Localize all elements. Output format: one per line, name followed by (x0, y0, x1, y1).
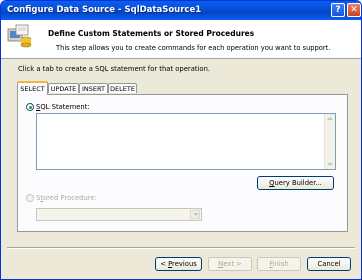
cancel-button[interactable]: Cancel (307, 257, 351, 271)
wizard-header: Define Custom Statements or Stored Proce… (1, 20, 361, 59)
sql-statement-textarea[interactable] (36, 113, 336, 170)
previous-button[interactable]: < Previous (155, 257, 202, 271)
header-description: This step allows you to create commands … (56, 44, 331, 52)
wizard-data-icon (7, 24, 32, 48)
dropdown-button[interactable] (190, 210, 200, 219)
header-title: Define Custom Statements or Stored Proce… (48, 29, 255, 38)
footer-divider (7, 247, 355, 249)
tab-update[interactable]: UPDATE (48, 83, 79, 93)
query-builder-button[interactable]: Query Builder... (257, 176, 334, 190)
help-icon: ? (335, 5, 341, 15)
chevron-down-icon (193, 213, 199, 216)
stored-procedure-label: Stored Procedure: (36, 194, 97, 202)
scroll-down-icon[interactable] (327, 163, 333, 166)
vertical-scrollbar[interactable] (324, 114, 335, 169)
instruction-text: Click a tab to create a SQL statement fo… (18, 65, 211, 73)
stored-procedure-radio[interactable] (26, 194, 34, 202)
tab-insert[interactable]: INSERT (79, 83, 108, 93)
stored-procedure-select[interactable] (36, 208, 202, 221)
dialog-window: Configure Data Source - SqlDataSource1 ?… (0, 0, 362, 280)
scroll-up-icon[interactable] (327, 117, 333, 120)
close-button[interactable]: ✕ (347, 3, 361, 17)
sql-statement-label: SQL Statement: (36, 103, 90, 111)
sql-statement-radio[interactable] (26, 103, 34, 111)
title-bar[interactable]: Configure Data Source - SqlDataSource1 ?… (1, 1, 361, 20)
finish-button[interactable]: Finish (257, 257, 301, 271)
tab-select[interactable]: SELECT (17, 81, 48, 95)
tab-delete[interactable]: DELETE (108, 83, 137, 93)
window-title: Configure Data Source - SqlDataSource1 (7, 5, 202, 15)
close-icon: ✕ (350, 5, 358, 15)
next-button[interactable]: Next > (208, 257, 252, 271)
help-button[interactable]: ? (331, 3, 345, 17)
